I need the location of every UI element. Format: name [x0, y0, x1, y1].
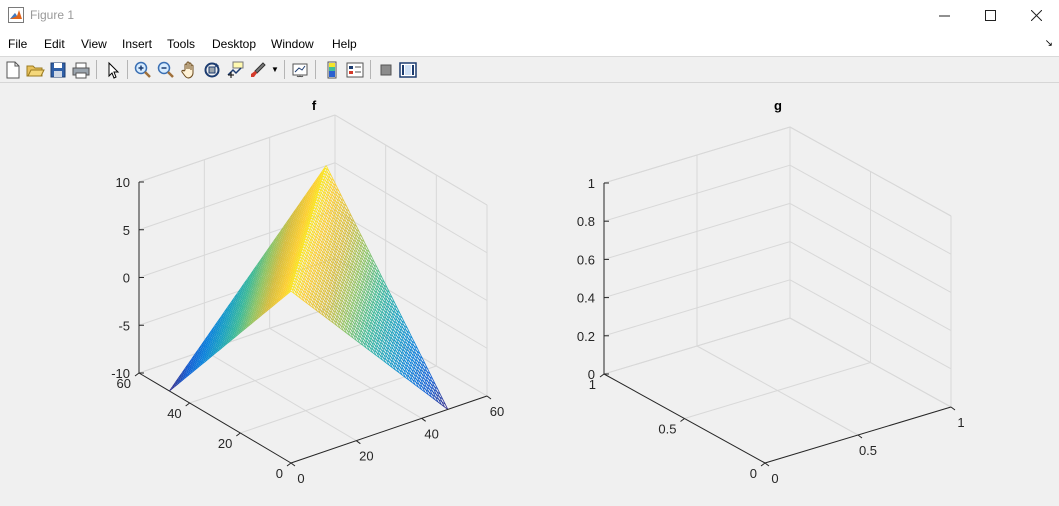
z-tick-label: 0.6: [577, 252, 595, 267]
x-tick: [486, 395, 492, 400]
y-tick: [599, 373, 605, 378]
x-tick: [356, 440, 361, 445]
axes-g-title: g: [774, 98, 782, 113]
toolbar-separator: [370, 60, 371, 79]
toolbar-separator: [96, 60, 97, 79]
z-tick-label: -10: [111, 366, 130, 381]
axes-f-title: f: [312, 98, 317, 113]
gridline: [334, 114, 488, 206]
x-tick: [290, 462, 296, 467]
menu-window[interactable]: Window: [271, 37, 314, 51]
surface-mesh-f: [169, 165, 449, 410]
menu-view[interactable]: View: [81, 37, 107, 51]
axes-g[interactable]: g 00.5100.5100.20.40.60.81: [577, 98, 965, 486]
y-tick-label: 20: [218, 436, 232, 451]
pan-icon[interactable]: [179, 60, 199, 80]
link-plot-icon[interactable]: [290, 60, 310, 80]
print-icon[interactable]: [71, 60, 91, 80]
z-tick-label: 10: [116, 175, 130, 190]
z-tick-label: 0.2: [577, 329, 595, 344]
y-tick: [185, 402, 190, 407]
y-tick: [134, 372, 140, 377]
gridline: [684, 362, 871, 419]
minimize-button[interactable]: [921, 0, 967, 31]
dock-figure-icon[interactable]: ↘: [1045, 38, 1053, 49]
y-tick-label: 0.5: [658, 422, 676, 437]
axes-g-grid: [603, 126, 952, 464]
x-tick-label: 0: [297, 471, 304, 486]
axes-f[interactable]: f 02040600204060-10-50510: [111, 98, 504, 486]
show-plot-tools-icon[interactable]: [398, 60, 418, 80]
toolbar-separator: [127, 60, 128, 79]
z-tick-label: 0.4: [577, 291, 595, 306]
open-file-icon[interactable]: [25, 60, 45, 80]
hide-plot-tools-icon[interactable]: [376, 60, 396, 80]
y-tick: [286, 462, 292, 467]
edit-plot-icon[interactable]: [103, 60, 123, 80]
x-tick-label: 0.5: [859, 443, 877, 458]
menu-desktop[interactable]: Desktop: [212, 37, 256, 51]
zoom-in-icon[interactable]: [133, 60, 153, 80]
figure-canvas: f 02040600204060-10-50510 g 00.5100.5100…: [111, 98, 965, 486]
menu-file[interactable]: File: [8, 37, 27, 51]
menu-tools[interactable]: Tools: [167, 37, 195, 51]
toolbar-separator: [284, 60, 285, 79]
x-tick: [857, 434, 863, 439]
new-figure-icon[interactable]: [3, 60, 23, 80]
gridline: [334, 162, 488, 254]
matlab-app-icon: [8, 7, 24, 23]
menu-bar: File Edit View Insert Tools Desktop Wind…: [0, 31, 1059, 57]
z-tick-label: 1: [588, 176, 595, 191]
x-tick-label: 40: [424, 426, 438, 441]
gridline: [138, 114, 336, 183]
x-tick: [764, 462, 770, 467]
y-tick: [760, 462, 766, 467]
axes-g-ticks: 00.5100.5100.20.40.60.81: [577, 176, 965, 486]
insert-legend-icon[interactable]: [345, 60, 365, 80]
menu-insert[interactable]: Insert: [122, 37, 152, 51]
menu-edit[interactable]: Edit: [44, 37, 65, 51]
figure-toolbar: ▼: [0, 57, 1059, 83]
y-axis-line: [138, 372, 292, 464]
z-tick-label: 5: [123, 223, 130, 238]
z-tick-label: 0.8: [577, 214, 595, 229]
maximize-icon: [984, 10, 996, 21]
insert-colorbar-icon[interactable]: [322, 60, 342, 80]
toolbar-separator: [315, 60, 316, 79]
x-tick-label: 1: [957, 415, 964, 430]
x-tick: [421, 417, 426, 422]
close-icon: [1030, 10, 1042, 21]
z-tick-label: -5: [118, 318, 130, 333]
brush-dropdown-icon[interactable]: ▼: [271, 65, 279, 74]
rotate-3d-icon[interactable]: [202, 60, 222, 80]
brush-icon[interactable]: [248, 60, 268, 80]
maximize-button[interactable]: [967, 0, 1013, 31]
x-tick-label: 60: [490, 404, 504, 419]
menu-help[interactable]: Help: [332, 37, 357, 51]
x-tick-label: 20: [359, 449, 373, 464]
close-button[interactable]: [1013, 0, 1059, 31]
z-tick-label: 0: [123, 271, 130, 286]
data-cursor-icon[interactable]: [225, 60, 245, 80]
x-tick: [950, 406, 956, 411]
y-tick: [236, 432, 241, 437]
zoom-out-icon[interactable]: [156, 60, 176, 80]
window-title: Figure 1: [30, 8, 75, 22]
gridline: [269, 327, 422, 419]
minimize-icon: [938, 15, 950, 17]
y-tick-label: 40: [167, 406, 181, 421]
save-icon[interactable]: [48, 60, 68, 80]
y-tick: [680, 418, 685, 422]
y-tick-label: 0: [750, 466, 757, 481]
gridline: [204, 350, 357, 442]
z-tick-label: 0: [588, 367, 595, 382]
y-tick-label: 0: [276, 466, 283, 481]
x-tick-label: 0: [771, 471, 778, 486]
window-titlebar: Figure 1: [0, 0, 1059, 31]
